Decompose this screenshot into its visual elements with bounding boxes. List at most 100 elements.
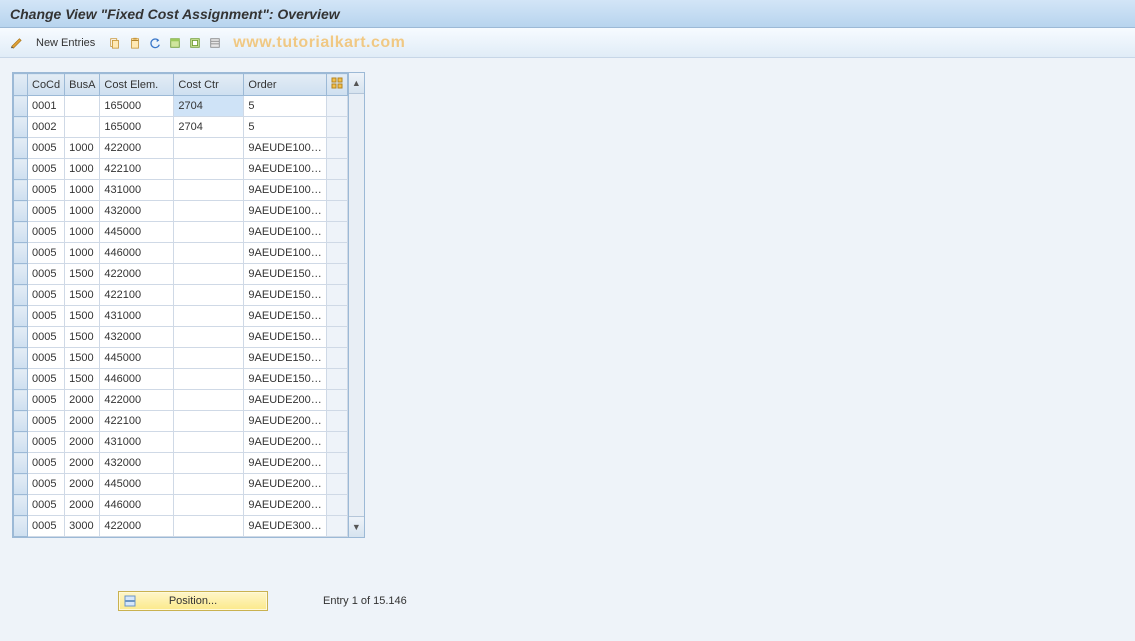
cell-cocd[interactable]: 0005	[28, 369, 65, 390]
cell-busa[interactable]: 1000	[65, 243, 100, 264]
cell-costctr[interactable]	[174, 222, 244, 243]
cell-busa[interactable]: 1500	[65, 306, 100, 327]
th-row-selector[interactable]	[14, 74, 28, 96]
cell-busa[interactable]: 1500	[65, 327, 100, 348]
cell-costelem[interactable]: 432000	[100, 201, 174, 222]
cell-order[interactable]: 5	[244, 117, 326, 138]
row-selector[interactable]	[14, 138, 28, 159]
th-busa[interactable]: BusA	[65, 74, 100, 96]
cell-order[interactable]: 9AEUDE200…	[244, 453, 326, 474]
cell-cocd[interactable]: 0005	[28, 432, 65, 453]
row-selector[interactable]	[14, 285, 28, 306]
row-selector[interactable]	[14, 180, 28, 201]
cell-costelem[interactable]: 445000	[100, 348, 174, 369]
cell-busa[interactable]: 1500	[65, 264, 100, 285]
th-cocd[interactable]: CoCd	[28, 74, 65, 96]
row-selector[interactable]	[14, 495, 28, 516]
cell-busa[interactable]: 2000	[65, 411, 100, 432]
cell-costelem[interactable]: 165000	[100, 96, 174, 117]
cell-order[interactable]: 9AEUDE200…	[244, 432, 326, 453]
vertical-scrollbar[interactable]: ▲ ▼	[348, 73, 364, 537]
cell-order[interactable]: 9AEUDE150…	[244, 285, 326, 306]
row-selector[interactable]	[14, 453, 28, 474]
cell-busa[interactable]: 1500	[65, 285, 100, 306]
cell-costelem[interactable]: 165000	[100, 117, 174, 138]
row-selector[interactable]	[14, 243, 28, 264]
cell-cocd[interactable]: 0005	[28, 390, 65, 411]
cell-order[interactable]: 9AEUDE100…	[244, 243, 326, 264]
th-costctr[interactable]: Cost Ctr	[174, 74, 244, 96]
cell-busa[interactable]: 1000	[65, 138, 100, 159]
cell-costelem[interactable]: 422100	[100, 411, 174, 432]
cell-busa[interactable]: 2000	[65, 495, 100, 516]
cell-order[interactable]: 9AEUDE100…	[244, 222, 326, 243]
cell-costelem[interactable]: 422000	[100, 138, 174, 159]
cell-cocd[interactable]: 0005	[28, 495, 65, 516]
cell-order[interactable]: 9AEUDE100…	[244, 159, 326, 180]
cell-busa[interactable]	[65, 117, 100, 138]
row-selector[interactable]	[14, 411, 28, 432]
row-selector[interactable]	[14, 117, 28, 138]
cell-costctr[interactable]: 2704	[174, 96, 244, 117]
cell-order[interactable]: 9AEUDE100…	[244, 201, 326, 222]
cell-cocd[interactable]: 0005	[28, 180, 65, 201]
scroll-up-icon[interactable]: ▲	[349, 73, 364, 94]
cell-order[interactable]: 9AEUDE100…	[244, 138, 326, 159]
cell-costelem[interactable]: 445000	[100, 222, 174, 243]
cell-costctr[interactable]	[174, 327, 244, 348]
cell-costelem[interactable]: 422000	[100, 264, 174, 285]
cell-cocd[interactable]: 0005	[28, 474, 65, 495]
cell-costctr[interactable]	[174, 243, 244, 264]
row-selector[interactable]	[14, 159, 28, 180]
cell-cocd[interactable]: 0002	[28, 117, 65, 138]
cell-costelem[interactable]: 446000	[100, 369, 174, 390]
undo-icon[interactable]	[147, 32, 163, 54]
position-button[interactable]: Position...	[118, 591, 268, 611]
cell-order[interactable]: 9AEUDE200…	[244, 411, 326, 432]
cell-order[interactable]: 9AEUDE200…	[244, 474, 326, 495]
scroll-track[interactable]	[349, 94, 364, 516]
cell-cocd[interactable]: 0005	[28, 306, 65, 327]
scroll-down-icon[interactable]: ▼	[349, 516, 364, 537]
cell-busa[interactable]: 1000	[65, 159, 100, 180]
select-all-icon[interactable]	[167, 32, 183, 54]
cell-cocd[interactable]: 0005	[28, 411, 65, 432]
cell-order[interactable]: 9AEUDE150…	[244, 369, 326, 390]
cell-cocd[interactable]: 0005	[28, 243, 65, 264]
cell-busa[interactable]: 1500	[65, 348, 100, 369]
th-costelem[interactable]: Cost Elem.	[100, 74, 174, 96]
cell-cocd[interactable]: 0005	[28, 327, 65, 348]
cell-cocd[interactable]: 0005	[28, 201, 65, 222]
select-block-icon[interactable]	[187, 32, 203, 54]
cell-costctr[interactable]	[174, 159, 244, 180]
other-view-icon[interactable]	[8, 32, 24, 54]
cell-costctr[interactable]	[174, 264, 244, 285]
copy-icon[interactable]	[107, 32, 123, 54]
cell-busa[interactable]: 2000	[65, 432, 100, 453]
cell-costctr[interactable]	[174, 516, 244, 537]
cell-costctr[interactable]: 2704	[174, 117, 244, 138]
cell-cocd[interactable]: 0005	[28, 264, 65, 285]
cell-costelem[interactable]: 432000	[100, 327, 174, 348]
cell-busa[interactable]: 1000	[65, 180, 100, 201]
row-selector[interactable]	[14, 306, 28, 327]
cell-costctr[interactable]	[174, 453, 244, 474]
cell-costelem[interactable]: 431000	[100, 180, 174, 201]
cell-busa[interactable]: 2000	[65, 453, 100, 474]
cell-busa[interactable]: 2000	[65, 474, 100, 495]
cell-cocd[interactable]: 0005	[28, 285, 65, 306]
row-selector[interactable]	[14, 264, 28, 285]
cell-order[interactable]: 9AEUDE150…	[244, 348, 326, 369]
cell-costctr[interactable]	[174, 306, 244, 327]
cell-costctr[interactable]	[174, 390, 244, 411]
row-selector[interactable]	[14, 348, 28, 369]
row-selector[interactable]	[14, 516, 28, 537]
cell-order[interactable]: 9AEUDE150…	[244, 327, 326, 348]
cell-order[interactable]: 5	[244, 96, 326, 117]
cell-busa[interactable]	[65, 96, 100, 117]
new-entries-button[interactable]: New Entries	[28, 35, 103, 51]
cell-costelem[interactable]: 432000	[100, 453, 174, 474]
cell-costctr[interactable]	[174, 138, 244, 159]
row-selector[interactable]	[14, 474, 28, 495]
cell-cocd[interactable]: 0005	[28, 516, 65, 537]
